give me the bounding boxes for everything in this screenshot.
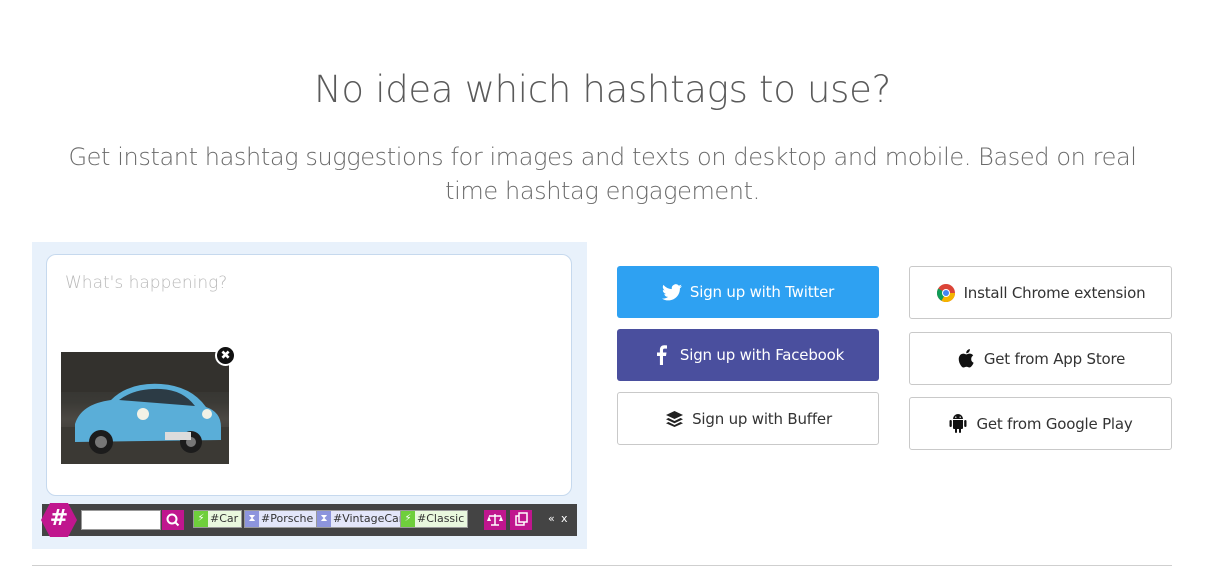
buffer-signup-label: Sign up with Buffer — [692, 409, 832, 428]
section-divider — [32, 565, 1172, 566]
page-title: No idea which hashtags to use? — [314, 68, 891, 111]
trending-bolt-icon: ⚡ — [401, 511, 415, 527]
trending-bolt-icon: ⚡ — [194, 511, 208, 527]
collapse-icon[interactable]: « — [548, 512, 555, 525]
hashtag-chip[interactable]: ⧗ #VintageCar — [316, 510, 408, 528]
copy-icon[interactable] — [510, 510, 532, 530]
hashtag-chip[interactable]: ⧗ #Porsche — [244, 510, 318, 528]
hashtag-chip[interactable]: ⚡ #Classic — [400, 510, 469, 528]
facebook-signup-button[interactable]: Sign up with Facebook — [617, 329, 879, 381]
twitter-signup-label: Sign up with Twitter — [689, 283, 835, 301]
facebook-icon — [652, 345, 672, 365]
google-play-label: Get from Google Play — [976, 414, 1133, 433]
chrome-extension-button[interactable]: Install Chrome extension — [909, 266, 1172, 319]
search-icon[interactable] — [162, 510, 184, 530]
android-icon — [948, 414, 968, 434]
hourglass-icon: ⧗ — [245, 511, 259, 527]
page-subtitle: Get instant hashtag suggestions for imag… — [68, 143, 1137, 205]
demo-panel: What's happening? ✖ # ⚡ #Car ⧗ #Porsche … — [32, 242, 587, 549]
hourglass-icon: ⧗ — [317, 511, 331, 527]
hashtag-search-input[interactable] — [81, 510, 161, 530]
hashtag-chip[interactable]: ⚡ #Car — [193, 510, 243, 528]
attached-image — [61, 352, 229, 464]
buffer-icon — [664, 409, 684, 429]
chrome-icon — [936, 283, 956, 303]
app-store-button[interactable]: Get from App Store — [909, 332, 1172, 385]
balance-scale-icon[interactable] — [484, 510, 506, 530]
facebook-signup-label: Sign up with Facebook — [679, 346, 845, 364]
apple-icon — [956, 349, 976, 369]
twitter-signup-button[interactable]: Sign up with Twitter — [617, 266, 879, 318]
twitter-icon — [661, 282, 682, 302]
hashtag-logo-icon: # — [40, 502, 78, 538]
tweet-composer[interactable]: What's happening? ✖ — [46, 254, 572, 496]
hashtag-toolbar: # ⚡ #Car ⧗ #Porsche ⧗ #VintageCar ⚡ #Classic — [40, 502, 577, 538]
buffer-signup-button[interactable]: Sign up with Buffer — [617, 392, 879, 445]
remove-image-close-icon[interactable]: ✖ — [215, 345, 236, 366]
app-store-label: Get from App Store — [983, 349, 1126, 368]
google-play-button[interactable]: Get from Google Play — [909, 397, 1172, 450]
composer-placeholder: What's happening? — [65, 273, 228, 293]
close-icon[interactable]: x — [561, 512, 568, 525]
chrome-extension-label: Install Chrome extension — [963, 283, 1146, 302]
